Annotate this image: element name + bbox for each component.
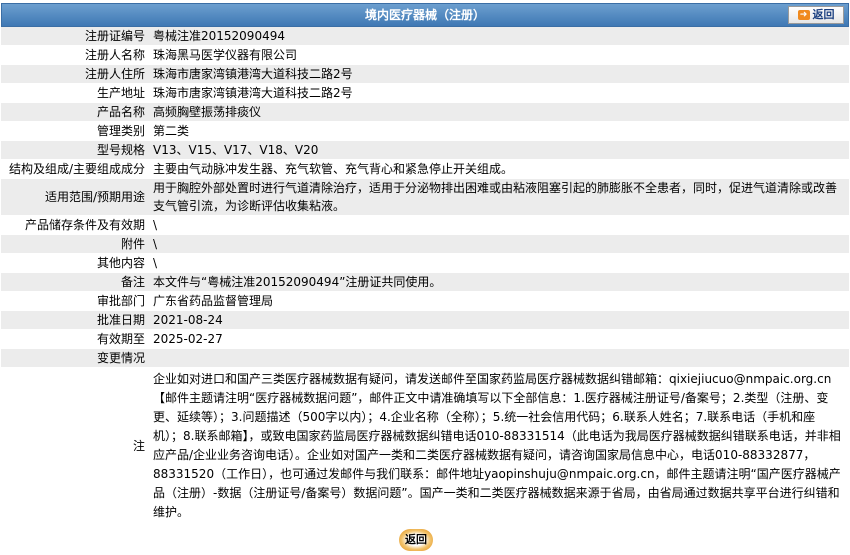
table-row: 变更情况 (1, 348, 849, 368)
back-label-bottom: 返回 (405, 533, 427, 546)
field-value: 高频胸壁振荡排痰仪 (149, 102, 849, 122)
field-label: 产品储存条件及有效期 (1, 215, 149, 235)
field-label: 产品名称 (1, 102, 149, 122)
field-label: 批准日期 (1, 310, 149, 330)
title-bar: 境内医疗器械（注册） ➜ 返回 (1, 3, 849, 27)
table-row: 适用范围/预期用途 用于胸腔外部处置时进行气道清除治疗，适用于分泌物排出困难或由粘… (1, 178, 849, 216)
table-row: 生产地址 珠海市唐家湾镇港湾大道科技二路2号 (1, 83, 849, 103)
field-value: 本文件与“粤械注准20152090494”注册证共同使用。 (149, 272, 849, 292)
table-row: 附件 \ (1, 234, 849, 254)
field-value: 广东省药品监督管理局 (149, 291, 849, 311)
table-row: 管理类别 第二类 (1, 121, 849, 141)
note-text: 企业如对进口和国产三类医疗器械数据有疑问，请发送邮件至国家药监局医疗器械数据纠错… (149, 367, 849, 525)
field-label: 审批部门 (1, 291, 149, 311)
note-row: 注 企业如对进口和国产三类医疗器械数据有疑问，请发送邮件至国家药监局医疗器械数据… (1, 367, 849, 525)
field-value: \ (149, 234, 849, 254)
table-row: 结构及组成/主要组成成分 主要由气动脉冲发生器、充气软管、充气背心和紧急停止开关组… (1, 159, 849, 179)
field-label: 其他内容 (1, 253, 149, 273)
table-row: 有效期至 2025-02-27 (1, 329, 849, 349)
back-button-top[interactable]: ➜ 返回 (788, 6, 844, 24)
field-value: 主要由气动脉冲发生器、充气软管、充气背心和紧急停止开关组成。 (149, 159, 849, 179)
field-value: \ (149, 215, 849, 235)
field-value: 2025-02-27 (149, 329, 849, 349)
page-title: 境内医疗器械（注册） (364, 8, 485, 22)
table-row: 审批部门 广东省药品监督管理局 (1, 291, 849, 311)
back-button-bottom[interactable]: 返回 (399, 529, 433, 551)
field-label: 结构及组成/主要组成成分 (1, 159, 149, 179)
field-value: 用于胸腔外部处置时进行气道清除治疗，适用于分泌物排出困难或由粘液阻塞引起的肺膨胀… (149, 178, 849, 216)
table-row: 批准日期 2021-08-24 (1, 310, 849, 330)
arrow-right-icon: ➜ (797, 10, 810, 20)
field-label: 型号规格 (1, 140, 149, 160)
field-label: 管理类别 (1, 121, 149, 141)
field-value: 珠海市唐家湾镇港湾大道科技二路2号 (149, 64, 849, 84)
field-value: 2021-08-24 (149, 310, 849, 330)
note-label: 注 (1, 367, 149, 525)
field-label: 生产地址 (1, 83, 149, 103)
field-value: V13、V15、V17、V18、V20 (149, 140, 849, 160)
field-label: 注册证编号 (1, 27, 149, 46)
field-value: \ (149, 253, 849, 273)
field-label: 变更情况 (1, 348, 149, 368)
table-row: 其他内容 \ (1, 253, 849, 273)
table-row: 产品储存条件及有效期 \ (1, 215, 849, 235)
table-row: 产品名称 高频胸壁振荡排痰仪 (1, 102, 849, 122)
detail-panel: 境内医疗器械（注册） ➜ 返回 注册证编号 粤械注准20152090494 注册人名称… (1, 3, 849, 555)
detail-table: 注册证编号 粤械注准20152090494 注册人名称 珠海黑马医学仪器有限公司 注册人… (1, 27, 849, 525)
field-label: 有效期至 (1, 329, 149, 349)
table-row: 备注 本文件与“粤械注准20152090494”注册证共同使用。 (1, 272, 849, 292)
field-value: 珠海市唐家湾镇港湾大道科技二路2号 (149, 83, 849, 103)
field-value: 粤械注准20152090494 (149, 27, 849, 46)
field-value (149, 348, 849, 368)
table-row: 注册人住所 珠海市唐家湾镇港湾大道科技二路2号 (1, 64, 849, 84)
footer: 返回 (1, 525, 849, 555)
back-label-top: 返回 (812, 8, 835, 21)
field-label: 注册人住所 (1, 64, 149, 84)
field-value: 珠海黑马医学仪器有限公司 (149, 45, 849, 65)
table-row: 型号规格 V13、V15、V17、V18、V20 (1, 140, 849, 160)
field-label: 附件 (1, 234, 149, 254)
field-label: 适用范围/预期用途 (1, 178, 149, 216)
field-value: 第二类 (149, 121, 849, 141)
table-row: 注册证编号 粤械注准20152090494 (1, 27, 849, 46)
field-label: 备注 (1, 272, 149, 292)
field-label: 注册人名称 (1, 45, 149, 65)
table-row: 注册人名称 珠海黑马医学仪器有限公司 (1, 45, 849, 65)
